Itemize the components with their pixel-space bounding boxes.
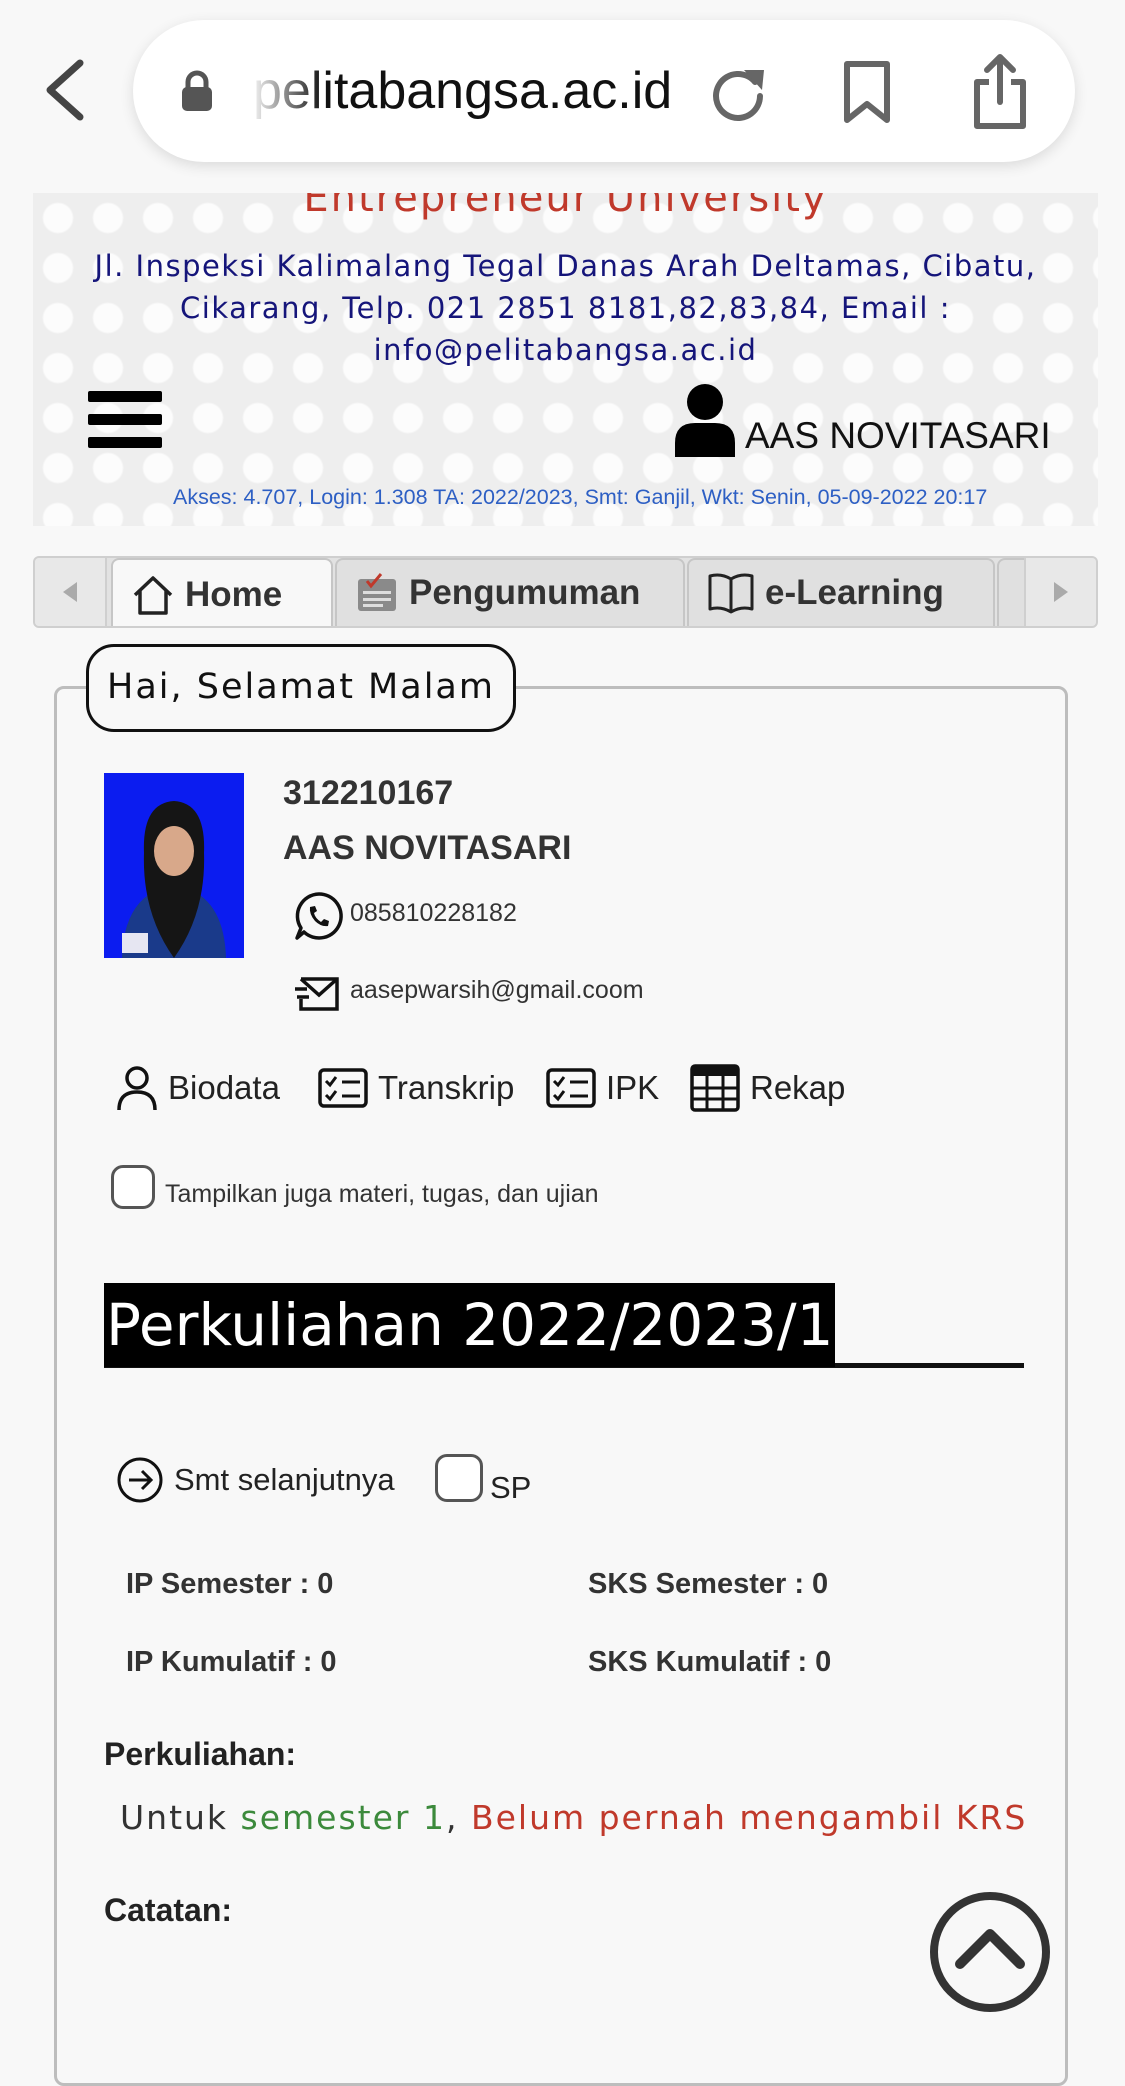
- access-info: Akses: 4.707, Login: 1.308 TA: 2022/2023…: [173, 485, 988, 509]
- ip-semester: IP Semester : 0: [126, 1568, 334, 1600]
- book-icon: [708, 573, 754, 614]
- user-icon[interactable]: [673, 383, 737, 457]
- perkuliahan-title: Perkuliahan:: [104, 1736, 297, 1772]
- university-name: Entrepreneur University: [303, 193, 828, 221]
- transkrip-label: Transkrip: [378, 1069, 515, 1106]
- show-materials-label[interactable]: Tampilkan juga materi, tugas, dan ujian: [165, 1180, 599, 1209]
- tab-label: e-Learning: [765, 573, 944, 612]
- krs-message: Belum pernah mengambil KRS: [470, 1798, 1028, 1837]
- sks-semester: SKS Semester : 0: [588, 1568, 829, 1600]
- url-fade: [253, 60, 323, 122]
- show-materials-checkbox[interactable]: [111, 1165, 155, 1209]
- student-name: AAS NOVITASARI: [283, 829, 572, 867]
- krs-status: Untuk semester 1, Belum pernah mengambil…: [120, 1798, 1027, 1837]
- ipk-link[interactable]: IPK: [546, 1063, 659, 1113]
- tab-scroll-right[interactable]: [1024, 558, 1096, 626]
- caret-right-icon: [1054, 582, 1068, 602]
- announcement-icon: [358, 573, 396, 611]
- table-icon: [690, 1064, 740, 1112]
- sp-checkbox[interactable]: [435, 1454, 483, 1502]
- university-address: Jl. Inspeksi Kalimalang Tegal Danas Arah…: [94, 249, 1037, 367]
- period-title: Perkuliahan 2022/2023/1: [104, 1283, 836, 1367]
- home-icon: [133, 576, 173, 615]
- krs-separator: ,: [445, 1798, 471, 1837]
- tab-home[interactable]: Home: [111, 558, 333, 626]
- period-heading-line: Perkuliahan 2022/2023/1: [104, 1283, 1024, 1368]
- tab-elearning[interactable]: e-Learning: [687, 558, 995, 626]
- tab-pengumuman[interactable]: Pengumuman: [335, 558, 685, 626]
- caret-left-icon: [63, 582, 77, 602]
- ip-kumulatif: IP Kumulatif : 0: [126, 1646, 337, 1678]
- sp-label[interactable]: SP: [490, 1470, 531, 1506]
- catatan-title: Catatan:: [104, 1892, 233, 1928]
- greeting-legend: Hai, Selamat Malam: [86, 644, 516, 732]
- checklist-icon: [318, 1068, 368, 1108]
- mail-icon[interactable]: [293, 971, 341, 1013]
- back-arrow-icon[interactable]: [40, 55, 90, 125]
- student-nim: 312210167: [283, 774, 454, 812]
- lock-icon: [182, 70, 212, 111]
- hamburger-menu-icon[interactable]: [88, 391, 162, 449]
- student-phone[interactable]: 085810228182: [350, 899, 517, 928]
- reload-icon[interactable]: [708, 62, 768, 122]
- rekap-link[interactable]: Rekap: [690, 1063, 845, 1113]
- site-header: Entrepreneur University Jl. Inspeksi Kal…: [33, 193, 1098, 526]
- biodata-label: Biodata: [168, 1069, 280, 1106]
- header-user-name[interactable]: AAS NOVITASARI: [745, 415, 1051, 457]
- tab-label: Home: [185, 575, 283, 614]
- address-bar[interactable]: pelitabangsa.ac.id: [133, 20, 1075, 162]
- krs-prefix: Untuk: [120, 1798, 241, 1837]
- tab-label: Pengumuman: [409, 573, 641, 612]
- biodata-link[interactable]: Biodata: [116, 1063, 280, 1113]
- student-photo: [104, 773, 244, 958]
- bookmark-icon[interactable]: [841, 60, 893, 124]
- whatsapp-icon[interactable]: [293, 890, 345, 942]
- arrow-right-circle-icon[interactable]: [116, 1456, 164, 1504]
- person-icon: [117, 1066, 157, 1111]
- share-icon[interactable]: [971, 52, 1029, 130]
- next-semester-link[interactable]: Smt selanjutnya: [174, 1462, 395, 1498]
- ipk-label: IPK: [606, 1069, 660, 1106]
- tab-scroll-left[interactable]: [35, 558, 107, 626]
- krs-semester: semester 1: [240, 1798, 446, 1837]
- sks-kumulatif: SKS Kumulatif : 0: [588, 1646, 832, 1678]
- rekap-label: Rekap: [750, 1069, 846, 1106]
- avatar: [104, 773, 244, 958]
- student-email[interactable]: aasepwarsih@gmail.coom: [350, 976, 644, 1005]
- transkrip-link[interactable]: Transkrip: [318, 1063, 514, 1113]
- checklist-icon: [546, 1068, 596, 1108]
- tab-bar: Home Pengumuman e-Learning: [33, 556, 1098, 628]
- browser-toolbar: pelitabangsa.ac.id: [0, 0, 1125, 190]
- scroll-to-top-icon[interactable]: [928, 1890, 1052, 2014]
